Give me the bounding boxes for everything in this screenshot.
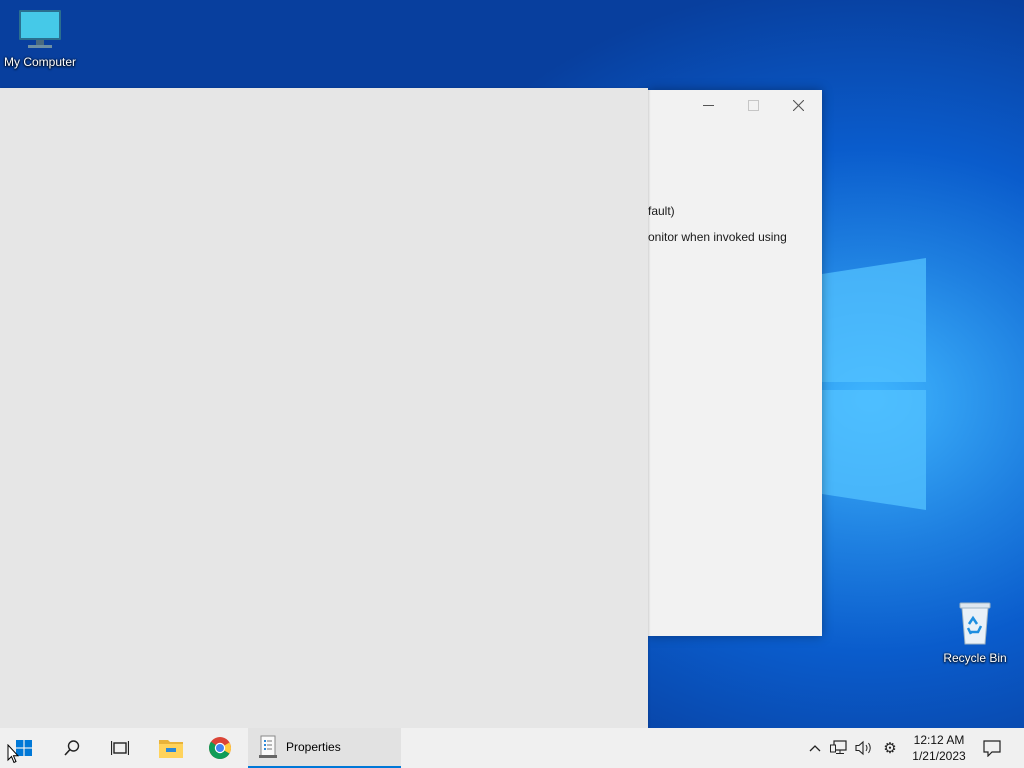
desktop-icon-label: My Computer [3, 55, 77, 69]
close-button[interactable] [776, 90, 820, 120]
properties-window: fault) onitor when invoked using [648, 90, 822, 636]
properties-app-icon [259, 735, 277, 758]
windows-wallpaper-logo [822, 258, 926, 510]
option-text-fragment: onitor when invoked using [648, 230, 787, 244]
network-icon [830, 740, 847, 754]
show-hidden-icons-button[interactable] [804, 728, 826, 768]
clock[interactable]: 12:12 AM 1/21/2023 [906, 728, 972, 768]
search-icon [64, 740, 80, 756]
desktop: My Computer Recycle Bin fault) onitor wh… [0, 0, 1024, 728]
monitor-icon [19, 10, 61, 48]
close-icon [792, 99, 804, 111]
file-explorer-icon [159, 740, 183, 758]
settings-icon: ⚙ [883, 740, 897, 757]
minimize-icon [702, 104, 714, 106]
clock-date: 1/21/2023 [912, 749, 966, 763]
task-view-button[interactable] [96, 728, 144, 768]
volume-icon [855, 740, 871, 756]
taskbar-chrome[interactable] [196, 728, 244, 768]
minimize-button[interactable] [686, 90, 730, 120]
search-button[interactable] [48, 728, 96, 768]
volume-tray-button[interactable] [852, 728, 876, 768]
maximize-icon [747, 99, 759, 111]
maximize-button[interactable] [731, 90, 775, 120]
settings-tray-button[interactable]: ⚙ [878, 728, 902, 768]
chevron-up-icon [809, 745, 821, 752]
action-center-button[interactable] [972, 728, 1012, 768]
option-text-fragment: fault) [648, 204, 675, 218]
clock-time: 12:12 AM [913, 733, 965, 747]
desktop-icon-recycle-bin[interactable]: Recycle Bin [935, 600, 1015, 665]
desktop-icon-my-computer[interactable]: My Computer [0, 8, 80, 69]
taskbar-properties-window[interactable]: Properties [248, 728, 401, 768]
mouse-cursor-icon [7, 744, 19, 764]
desktop-icon-label: Recycle Bin [943, 651, 1007, 665]
chrome-icon [209, 737, 231, 759]
task-view-icon [111, 741, 129, 755]
taskbar-window-title: Properties [286, 740, 341, 754]
network-tray-button[interactable] [828, 728, 850, 768]
notification-icon [983, 739, 1001, 757]
taskbar: Properties ⚙ 12:12 AM 1/21/2023 [0, 728, 1024, 768]
blank-window-panel [0, 88, 648, 728]
taskbar-file-explorer[interactable] [146, 728, 196, 768]
recycle-bin-icon [959, 602, 991, 645]
